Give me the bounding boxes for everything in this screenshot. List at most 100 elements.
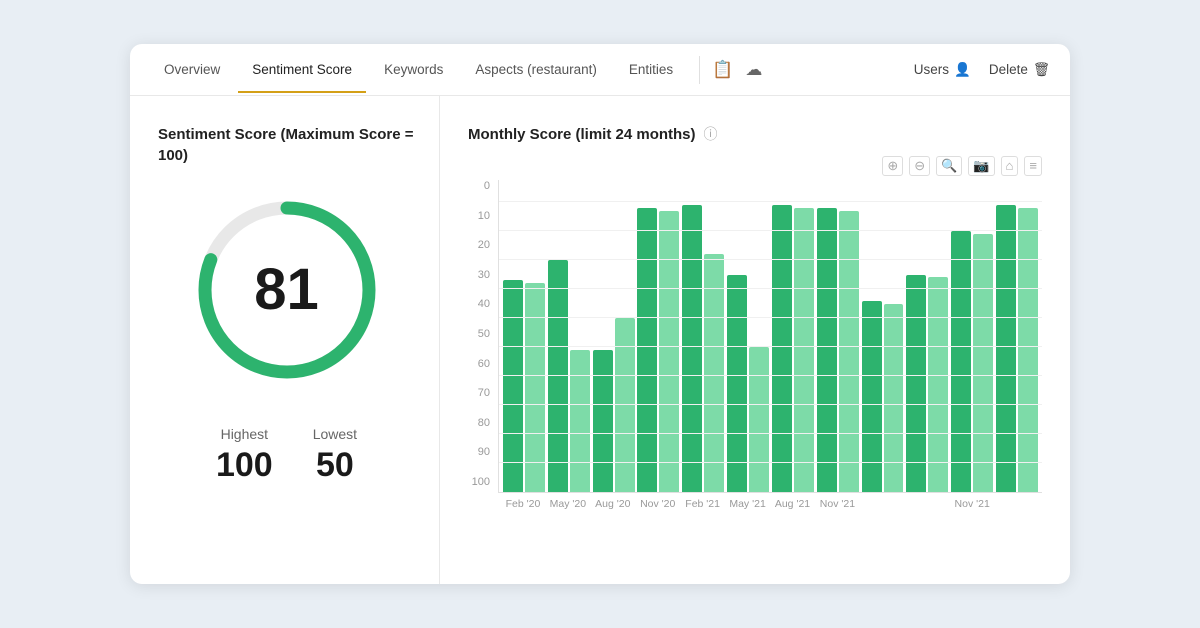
zoom-out-icon[interactable]: ⊖ — [909, 156, 930, 176]
chart-title: Monthly Score (limit 24 months) — [468, 126, 696, 143]
y-label: 50 — [478, 328, 490, 340]
nav-divider — [699, 56, 700, 84]
gauge: 81 — [187, 190, 387, 390]
bar-group — [862, 301, 904, 492]
home-icon[interactable]: ⌂ — [1001, 156, 1019, 176]
menu-icon[interactable]: ≡ — [1024, 156, 1042, 176]
tab-aspects[interactable]: Aspects (restaurant) — [461, 48, 611, 93]
grid-line — [499, 346, 1042, 347]
x-label: Nov '20 — [637, 498, 679, 510]
bar-group — [637, 208, 679, 492]
bar-group — [817, 208, 859, 492]
x-label: Feb '21 — [682, 498, 724, 510]
x-label — [996, 498, 1038, 510]
bar — [839, 211, 859, 492]
cloud-icon[interactable]: ☁ — [745, 60, 762, 80]
nav-actions: Users 👤 Delete 🗑 — [914, 62, 1050, 78]
x-label: Aug '20 — [592, 498, 634, 510]
y-label: 30 — [478, 269, 490, 281]
body: Sentiment Score (Maximum Score = 100) 81… — [130, 96, 1070, 584]
x-label: May '21 — [727, 498, 769, 510]
bar — [548, 260, 568, 492]
tab-keywords[interactable]: Keywords — [370, 48, 457, 93]
bar-group — [593, 318, 635, 492]
delete-label: Delete — [989, 62, 1028, 77]
bar-group — [503, 280, 545, 492]
y-label: 40 — [478, 298, 490, 310]
document-icon[interactable]: 📋 — [712, 60, 733, 80]
stats-row: Highest 100 Lowest 50 — [216, 426, 357, 485]
highest-stat: Highest 100 — [216, 426, 273, 485]
info-icon[interactable]: ⓘ — [704, 124, 718, 144]
bar — [615, 318, 635, 492]
zoom-in-icon[interactable]: ⊕ — [882, 156, 903, 176]
highest-value: 100 — [216, 446, 273, 485]
x-labels: Feb '20May '20Aug '20Nov '20Feb '21May '… — [498, 493, 1042, 510]
y-label: 0 — [484, 180, 490, 192]
bar — [525, 283, 545, 492]
bar-group — [682, 205, 724, 492]
left-panel: Sentiment Score (Maximum Score = 100) 81… — [130, 96, 440, 584]
bar — [503, 280, 523, 492]
bar-group — [996, 205, 1038, 492]
nav-icon-group: 📋 ☁ — [712, 60, 762, 80]
chart-title-row: Monthly Score (limit 24 months) ⓘ — [468, 124, 1042, 144]
bar — [817, 208, 837, 492]
lowest-label: Lowest — [313, 426, 357, 442]
y-label: 20 — [478, 239, 490, 251]
lowest-stat: Lowest 50 — [313, 426, 357, 485]
bar — [659, 211, 679, 492]
bar — [1018, 208, 1038, 492]
x-label: May '20 — [547, 498, 589, 510]
tab-overview[interactable]: Overview — [150, 48, 234, 93]
magnify-icon[interactable]: 🔍 — [936, 156, 962, 176]
user-icon: 👤 — [954, 62, 971, 78]
users-button[interactable]: Users 👤 — [914, 62, 971, 78]
y-label: 60 — [478, 358, 490, 370]
right-panel: Monthly Score (limit 24 months) ⓘ ⊕ ⊖ 🔍 … — [440, 96, 1070, 584]
grid-line — [499, 230, 1042, 231]
bar — [704, 254, 724, 492]
y-label: 100 — [472, 476, 490, 488]
bar — [996, 205, 1016, 492]
bar — [682, 205, 702, 492]
bar — [570, 350, 590, 492]
x-label: Nov '21 — [816, 498, 858, 510]
bar-group — [727, 275, 769, 493]
x-label — [906, 498, 948, 510]
left-title: Sentiment Score (Maximum Score = 100) — [158, 124, 415, 166]
bar-group — [951, 231, 993, 492]
y-label: 70 — [478, 387, 490, 399]
bar-group — [548, 260, 590, 492]
grid-line — [499, 433, 1042, 434]
bar — [973, 234, 993, 492]
trash-icon: 🗑 — [1033, 62, 1050, 78]
bar — [906, 275, 926, 493]
nav-bar: Overview Sentiment Score Keywords Aspect… — [130, 44, 1070, 96]
highest-label: Highest — [216, 426, 273, 442]
y-label: 90 — [478, 446, 490, 458]
y-label: 80 — [478, 417, 490, 429]
bar — [928, 277, 948, 492]
grid-line — [499, 462, 1042, 463]
grid-line — [499, 259, 1042, 260]
delete-button[interactable]: Delete 🗑 — [989, 62, 1050, 78]
bar — [951, 231, 971, 492]
bars-area — [498, 180, 1042, 493]
x-label: Aug '21 — [772, 498, 814, 510]
lowest-value: 50 — [313, 446, 357, 485]
gauge-value: 81 — [254, 261, 319, 319]
grid-line — [499, 317, 1042, 318]
x-label: Nov '21 — [951, 498, 993, 510]
y-label: 10 — [478, 210, 490, 222]
tab-sentiment-score[interactable]: Sentiment Score — [238, 48, 366, 93]
bar — [772, 205, 792, 492]
bar-group — [906, 275, 948, 493]
y-axis: 1009080706050403020100 — [468, 180, 498, 510]
camera-icon[interactable]: 📷 — [968, 156, 994, 176]
chart-inner: Feb '20May '20Aug '20Nov '20Feb '21May '… — [498, 180, 1042, 510]
tab-entities[interactable]: Entities — [615, 48, 687, 93]
x-label: Feb '20 — [502, 498, 544, 510]
bar — [637, 208, 657, 492]
bar — [862, 301, 882, 492]
